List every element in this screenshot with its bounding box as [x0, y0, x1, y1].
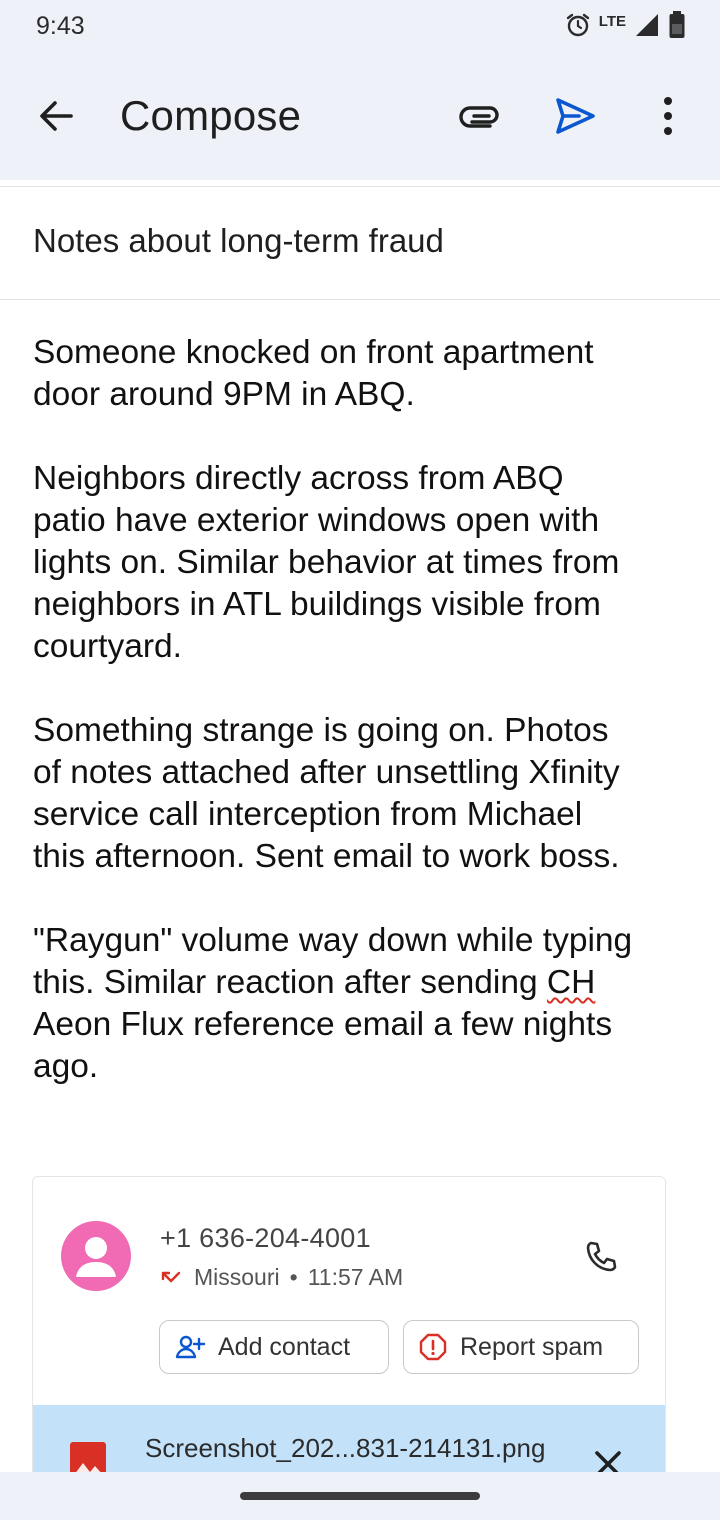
report-spam-label: Report spam [460, 1332, 604, 1361]
back-arrow-icon [40, 101, 73, 131]
attach-icon [459, 106, 499, 128]
more-vert-icon [664, 97, 672, 135]
body-text-segment: "Raygun" volume way down while typing th… [33, 922, 633, 1001]
status-bar: 9:43 LTE [0, 0, 720, 56]
navigation-bar [0, 1472, 720, 1520]
call-time: 11:57 AM [307, 1264, 404, 1290]
meta-separator: • [289, 1264, 298, 1290]
report-icon [419, 1333, 447, 1361]
home-gesture-handle[interactable] [240, 1492, 480, 1500]
status-time: 9:43 [36, 12, 85, 40]
phone-icon [586, 1241, 617, 1272]
attachment-file-name: Screenshot_202...831-214131.png [145, 1433, 546, 1463]
network-type: LTE [598, 12, 626, 30]
misspelled-word[interactable]: CH [547, 964, 595, 1001]
send-button[interactable] [545, 86, 605, 146]
body-paragraph: "Raygun" volume way down while typing th… [33, 920, 693, 1088]
call-location: Missouri [194, 1264, 280, 1290]
attach-button[interactable] [450, 86, 510, 146]
body-paragraph: Someone knocked on front apartment door … [33, 334, 594, 413]
call-button[interactable] [573, 1229, 629, 1285]
body-paragraph: Neighbors directly across from ABQ patio… [33, 460, 620, 665]
back-button[interactable] [28, 86, 84, 146]
add-person-icon [175, 1335, 206, 1359]
call-log-card: +1 636-204-4001 Missouri • 11:57 AM Add … [32, 1176, 666, 1498]
battery-icon [668, 10, 686, 45]
divider [0, 186, 720, 187]
page-title: Compose [120, 92, 302, 139]
body-text-segment: Aeon Flux reference email a few nights a… [33, 1006, 613, 1085]
signal-icon [634, 12, 660, 43]
phone-number: +1 636-204-4001 [160, 1223, 371, 1253]
more-options-button[interactable] [640, 86, 696, 146]
call-meta: Missouri • 11:57 AM [160, 1264, 403, 1291]
divider [0, 299, 720, 300]
report-spam-button[interactable]: Report spam [403, 1320, 639, 1374]
app-bar: Compose [0, 56, 720, 180]
body-paragraph: Something strange is going on. Photos of… [33, 712, 620, 875]
add-contact-label: Add contact [218, 1332, 351, 1361]
send-icon [556, 98, 595, 134]
missed-call-icon [161, 1271, 181, 1282]
add-contact-button[interactable]: Add contact [159, 1320, 389, 1374]
status-icons: LTE [565, 10, 686, 44]
body-field[interactable]: Someone knocked on front apartment door … [33, 332, 693, 1130]
subject-field[interactable]: Notes about long-term fraud [33, 222, 444, 260]
avatar [61, 1221, 131, 1291]
alarm-icon [565, 12, 591, 43]
